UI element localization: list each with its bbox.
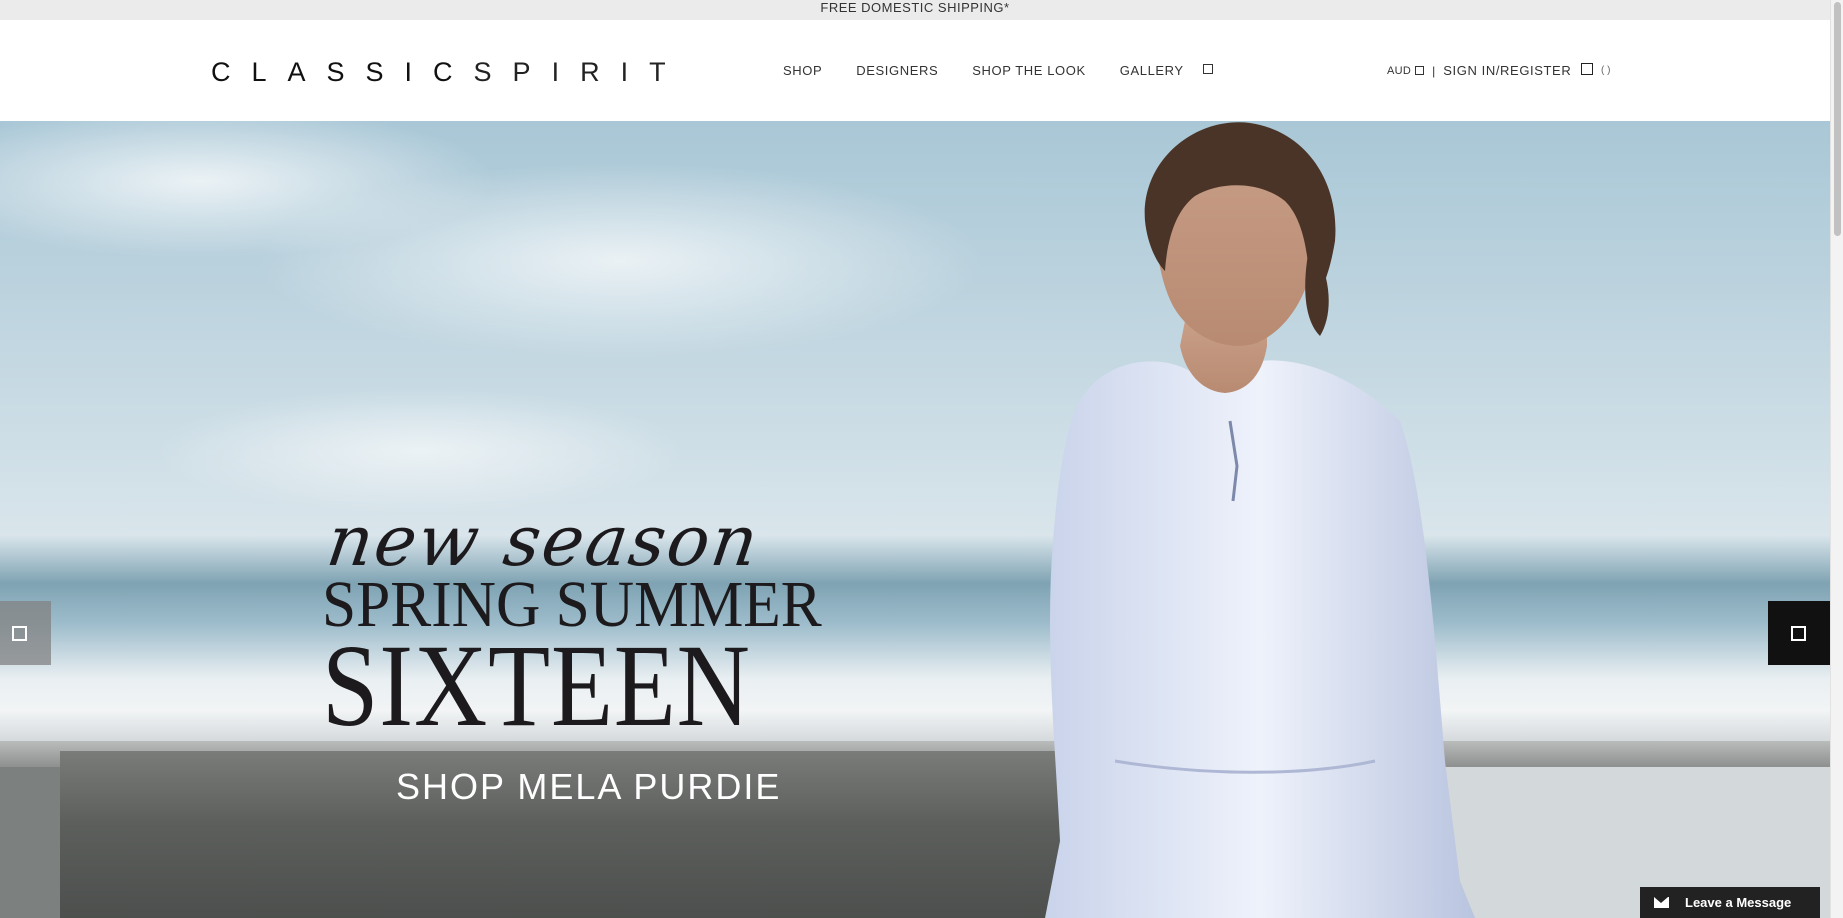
hero-banner[interactable]: new season SPRING SUMMER SIXTEEN SHOP ME… bbox=[0, 121, 1830, 918]
utility-separator: | bbox=[1432, 63, 1436, 78]
nav-item-gallery[interactable]: GALLERY bbox=[1120, 63, 1184, 78]
nav-item-shop-the-look[interactable]: SHOP THE LOOK bbox=[972, 63, 1086, 78]
sign-in-register-link[interactable]: SIGN IN/REGISTER bbox=[1443, 63, 1571, 78]
search-icon[interactable] bbox=[1203, 64, 1213, 74]
slider-next-button[interactable] bbox=[1768, 601, 1830, 665]
chat-label: Leave a Message bbox=[1685, 895, 1792, 910]
chevron-right-icon bbox=[1791, 626, 1806, 641]
cart-button[interactable]: ( ) bbox=[1581, 61, 1610, 76]
nav-item-designers[interactable]: DESIGNERS bbox=[856, 63, 938, 78]
utility-links: AUD | SIGN IN/REGISTER bbox=[1387, 63, 1571, 78]
site-logo[interactable]: CLASSICSPIRIT bbox=[211, 56, 687, 88]
main-nav: SHOP DESIGNERS SHOP THE LOOK GALLERY bbox=[783, 63, 1218, 78]
envelope-icon bbox=[1654, 897, 1669, 908]
shipping-banner: FREE DOMESTIC SHIPPING* bbox=[0, 0, 1830, 20]
hero-line-sixteen: SIXTEEN bbox=[322, 620, 751, 751]
logo-part-spirit: SPIRIT bbox=[473, 57, 687, 87]
scrollbar-thumb[interactable] bbox=[1834, 2, 1841, 236]
hero-model-image bbox=[1045, 122, 1475, 918]
page-scrollbar[interactable] bbox=[1830, 0, 1843, 918]
shipping-banner-text: FREE DOMESTIC SHIPPING* bbox=[820, 0, 1010, 15]
shop-mela-purdie-link[interactable]: SHOP MELA PURDIE bbox=[396, 766, 781, 808]
currency-selector[interactable]: AUD bbox=[1387, 64, 1425, 77]
cart-count: ( ) bbox=[1601, 65, 1611, 76]
nav-item-shop[interactable]: SHOP bbox=[783, 63, 822, 78]
site-header: CLASSICSPIRIT SHOP DESIGNERS SHOP THE LO… bbox=[0, 20, 1830, 121]
slider-prev-button[interactable] bbox=[0, 601, 51, 665]
chevron-down-icon bbox=[1415, 66, 1425, 76]
currency-label: AUD bbox=[1387, 64, 1412, 77]
leave-message-chat-button[interactable]: Leave a Message bbox=[1640, 887, 1820, 918]
chevron-left-icon bbox=[12, 626, 27, 641]
hero-headline: new season SPRING SUMMER SIXTEEN bbox=[322, 500, 862, 751]
hero-script-line: new season bbox=[322, 500, 765, 582]
logo-part-classic: CLASSIC bbox=[211, 57, 474, 87]
shopping-bag-icon bbox=[1581, 62, 1593, 75]
